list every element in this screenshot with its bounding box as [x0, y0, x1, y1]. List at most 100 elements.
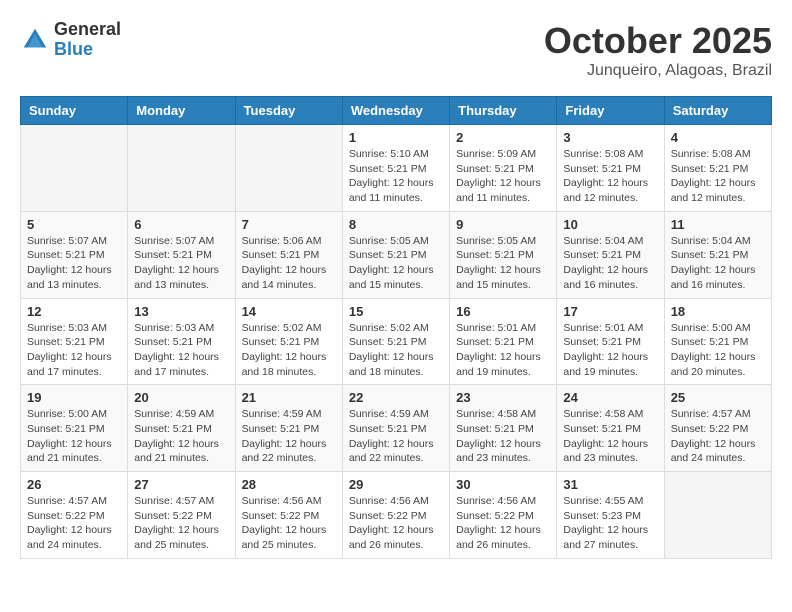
- calendar-day-cell: 18Sunrise: 5:00 AMSunset: 5:21 PMDayligh…: [664, 298, 771, 385]
- calendar-day-cell: 13 Sunrise: 5:03 AMSunset: 5:21 PMDayligh…: [128, 298, 235, 385]
- page-header: General Blue October 2025 Junqueiro, Ala…: [20, 20, 772, 80]
- calendar-day-cell: 6Sunrise: 5:07 AMSunset: 5:21 PMDaylight…: [128, 211, 235, 298]
- weekday-header: Wednesday: [342, 97, 449, 125]
- day-number: 30: [456, 477, 550, 492]
- calendar-day-cell: [128, 125, 235, 212]
- calendar-day-cell: [664, 472, 771, 559]
- day-info: Sunrise: 4:56 AMSunset: 5:22 PMDaylight:…: [349, 494, 443, 553]
- weekday-header: Thursday: [450, 97, 557, 125]
- logo-blue: Blue: [54, 40, 121, 60]
- calendar-day-cell: 5 Sunrise: 5:07 AMSunset: 5:21 PMDaylight…: [21, 211, 128, 298]
- day-number: 28: [242, 477, 336, 492]
- weekday-header-row: SundayMondayTuesdayWednesdayThursdayFrid…: [21, 97, 772, 125]
- day-number: 23: [456, 390, 550, 405]
- calendar-table: SundayMondayTuesdayWednesdayThursdayFrid…: [20, 96, 772, 559]
- day-info: Sunrise: 4:58 AMSunset: 5:21 PMDaylight:…: [456, 407, 550, 466]
- calendar-day-cell: 21Sunrise: 4:59 AMSunset: 5:21 PMDayligh…: [235, 385, 342, 472]
- day-number: 5: [27, 217, 121, 232]
- day-number: 12: [27, 304, 121, 319]
- day-info: Sunrise: 4:56 AMSunset: 5:22 PMDaylight:…: [242, 494, 336, 553]
- weekday-header: Friday: [557, 97, 664, 125]
- calendar-day-cell: 17Sunrise: 5:01 AMSunset: 5:21 PMDayligh…: [557, 298, 664, 385]
- logo-text: General Blue: [54, 20, 121, 60]
- day-info: Sunrise: 5:10 AMSunset: 5:21 PMDaylight:…: [349, 147, 443, 206]
- weekday-header: Saturday: [664, 97, 771, 125]
- day-info: Sunrise: 5:00 AMSunset: 5:21 PMDaylight:…: [671, 321, 765, 380]
- day-number: 27: [134, 477, 228, 492]
- calendar-day-cell: 30 Sunrise: 4:56 AMSunset: 5:22 PMDayligh…: [450, 472, 557, 559]
- calendar-day-cell: 27Sunrise: 4:57 AMSunset: 5:22 PMDayligh…: [128, 472, 235, 559]
- day-info: Sunrise: 5:07 AMSunset: 5:21 PMDaylight:…: [134, 234, 228, 293]
- calendar-day-cell: 26 Sunrise: 4:57 AMSunset: 5:22 PMDayligh…: [21, 472, 128, 559]
- day-number: 8: [349, 217, 443, 232]
- day-number: 9: [456, 217, 550, 232]
- location: Junqueiro, Alagoas, Brazil: [544, 62, 772, 80]
- day-number: 31: [563, 477, 657, 492]
- calendar-day-cell: 4 Sunrise: 5:08 AMSunset: 5:21 PMDaylight…: [664, 125, 771, 212]
- calendar-day-cell: 16Sunrise: 5:01 AMSunset: 5:21 PMDayligh…: [450, 298, 557, 385]
- day-info: Sunrise: 5:08 AMSunset: 5:21 PMDaylight:…: [671, 147, 765, 206]
- day-number: 16: [456, 304, 550, 319]
- calendar-day-cell: 10Sunrise: 5:04 AMSunset: 5:21 PMDayligh…: [557, 211, 664, 298]
- day-number: 7: [242, 217, 336, 232]
- weekday-header: Tuesday: [235, 97, 342, 125]
- calendar-day-cell: 12 Sunrise: 5:03 AMSunset: 5:21 PMDayligh…: [21, 298, 128, 385]
- day-info: Sunrise: 5:04 AMSunset: 5:21 PMDaylight:…: [671, 234, 765, 293]
- day-number: 3: [563, 130, 657, 145]
- calendar-day-cell: 28 Sunrise: 4:56 AMSunset: 5:22 PMDayligh…: [235, 472, 342, 559]
- day-info: Sunrise: 5:05 AMSunset: 5:21 PMDaylight:…: [456, 234, 550, 293]
- calendar-day-cell: 9 Sunrise: 5:05 AMSunset: 5:21 PMDaylight…: [450, 211, 557, 298]
- title-block: October 2025 Junqueiro, Alagoas, Brazil: [544, 20, 772, 80]
- calendar-day-cell: 31 Sunrise: 4:55 AMSunset: 5:23 PMDayligh…: [557, 472, 664, 559]
- day-info: Sunrise: 5:03 AMSunset: 5:21 PMDaylight:…: [134, 321, 228, 380]
- month-title: October 2025: [544, 20, 772, 62]
- day-number: 19: [27, 390, 121, 405]
- day-info: Sunrise: 5:05 AMSunset: 5:21 PMDaylight:…: [349, 234, 443, 293]
- day-number: 4: [671, 130, 765, 145]
- calendar-day-cell: 8 Sunrise: 5:05 AMSunset: 5:21 PMDaylight…: [342, 211, 449, 298]
- weekday-header: Sunday: [21, 97, 128, 125]
- calendar-day-cell: 24 Sunrise: 4:58 AMSunset: 5:21 PMDayligh…: [557, 385, 664, 472]
- day-info: Sunrise: 4:55 AMSunset: 5:23 PMDaylight:…: [563, 494, 657, 553]
- day-info: Sunrise: 4:57 AMSunset: 5:22 PMDaylight:…: [27, 494, 121, 553]
- day-info: Sunrise: 5:01 AMSunset: 5:21 PMDaylight:…: [563, 321, 657, 380]
- calendar-day-cell: 19Sunrise: 5:00 AMSunset: 5:21 PMDayligh…: [21, 385, 128, 472]
- logo: General Blue: [20, 20, 121, 60]
- day-info: Sunrise: 5:07 AMSunset: 5:21 PMDaylight:…: [27, 234, 121, 293]
- weekday-header: Monday: [128, 97, 235, 125]
- day-info: Sunrise: 4:59 AMSunset: 5:21 PMDaylight:…: [242, 407, 336, 466]
- calendar-day-cell: [235, 125, 342, 212]
- day-number: 29: [349, 477, 443, 492]
- day-info: Sunrise: 5:08 AMSunset: 5:21 PMDaylight:…: [563, 147, 657, 206]
- calendar-day-cell: 2 Sunrise: 5:09 AMSunset: 5:21 PMDaylight…: [450, 125, 557, 212]
- day-info: Sunrise: 4:57 AMSunset: 5:22 PMDaylight:…: [671, 407, 765, 466]
- day-info: Sunrise: 4:58 AMSunset: 5:21 PMDaylight:…: [563, 407, 657, 466]
- calendar-week-row: 26 Sunrise: 4:57 AMSunset: 5:22 PMDayligh…: [21, 472, 772, 559]
- calendar-body: 1 Sunrise: 5:10 AMSunset: 5:21 PMDaylight…: [21, 125, 772, 559]
- calendar-day-cell: 1 Sunrise: 5:10 AMSunset: 5:21 PMDaylight…: [342, 125, 449, 212]
- day-number: 20: [134, 390, 228, 405]
- calendar-day-cell: [21, 125, 128, 212]
- day-number: 10: [563, 217, 657, 232]
- calendar-day-cell: 3 Sunrise: 5:08 AMSunset: 5:21 PMDaylight…: [557, 125, 664, 212]
- day-number: 14: [242, 304, 336, 319]
- day-number: 26: [27, 477, 121, 492]
- day-info: Sunrise: 4:59 AMSunset: 5:21 PMDaylight:…: [349, 407, 443, 466]
- day-info: Sunrise: 5:09 AMSunset: 5:21 PMDaylight:…: [456, 147, 550, 206]
- day-number: 13: [134, 304, 228, 319]
- calendar-day-cell: 25 Sunrise: 4:57 AMSunset: 5:22 PMDayligh…: [664, 385, 771, 472]
- day-info: Sunrise: 5:02 AMSunset: 5:21 PMDaylight:…: [242, 321, 336, 380]
- calendar-day-cell: 23 Sunrise: 4:58 AMSunset: 5:21 PMDayligh…: [450, 385, 557, 472]
- day-number: 2: [456, 130, 550, 145]
- day-info: Sunrise: 5:03 AMSunset: 5:21 PMDaylight:…: [27, 321, 121, 380]
- calendar-day-cell: 15Sunrise: 5:02 AMSunset: 5:21 PMDayligh…: [342, 298, 449, 385]
- day-number: 1: [349, 130, 443, 145]
- calendar-week-row: 19Sunrise: 5:00 AMSunset: 5:21 PMDayligh…: [21, 385, 772, 472]
- day-number: 11: [671, 217, 765, 232]
- day-info: Sunrise: 5:06 AMSunset: 5:21 PMDaylight:…: [242, 234, 336, 293]
- day-info: Sunrise: 4:56 AMSunset: 5:22 PMDaylight:…: [456, 494, 550, 553]
- calendar-day-cell: 11 Sunrise: 5:04 AMSunset: 5:21 PMDayligh…: [664, 211, 771, 298]
- logo-icon: [20, 25, 50, 55]
- day-number: 24: [563, 390, 657, 405]
- day-number: 25: [671, 390, 765, 405]
